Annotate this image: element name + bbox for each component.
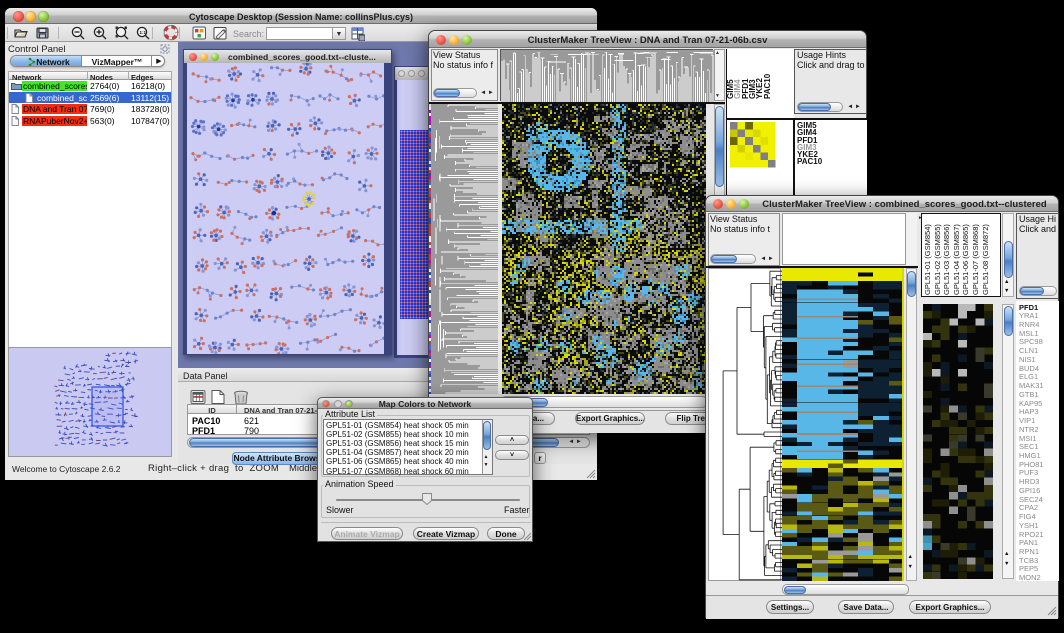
svg-text:1:1: 1:1 bbox=[140, 30, 147, 35]
